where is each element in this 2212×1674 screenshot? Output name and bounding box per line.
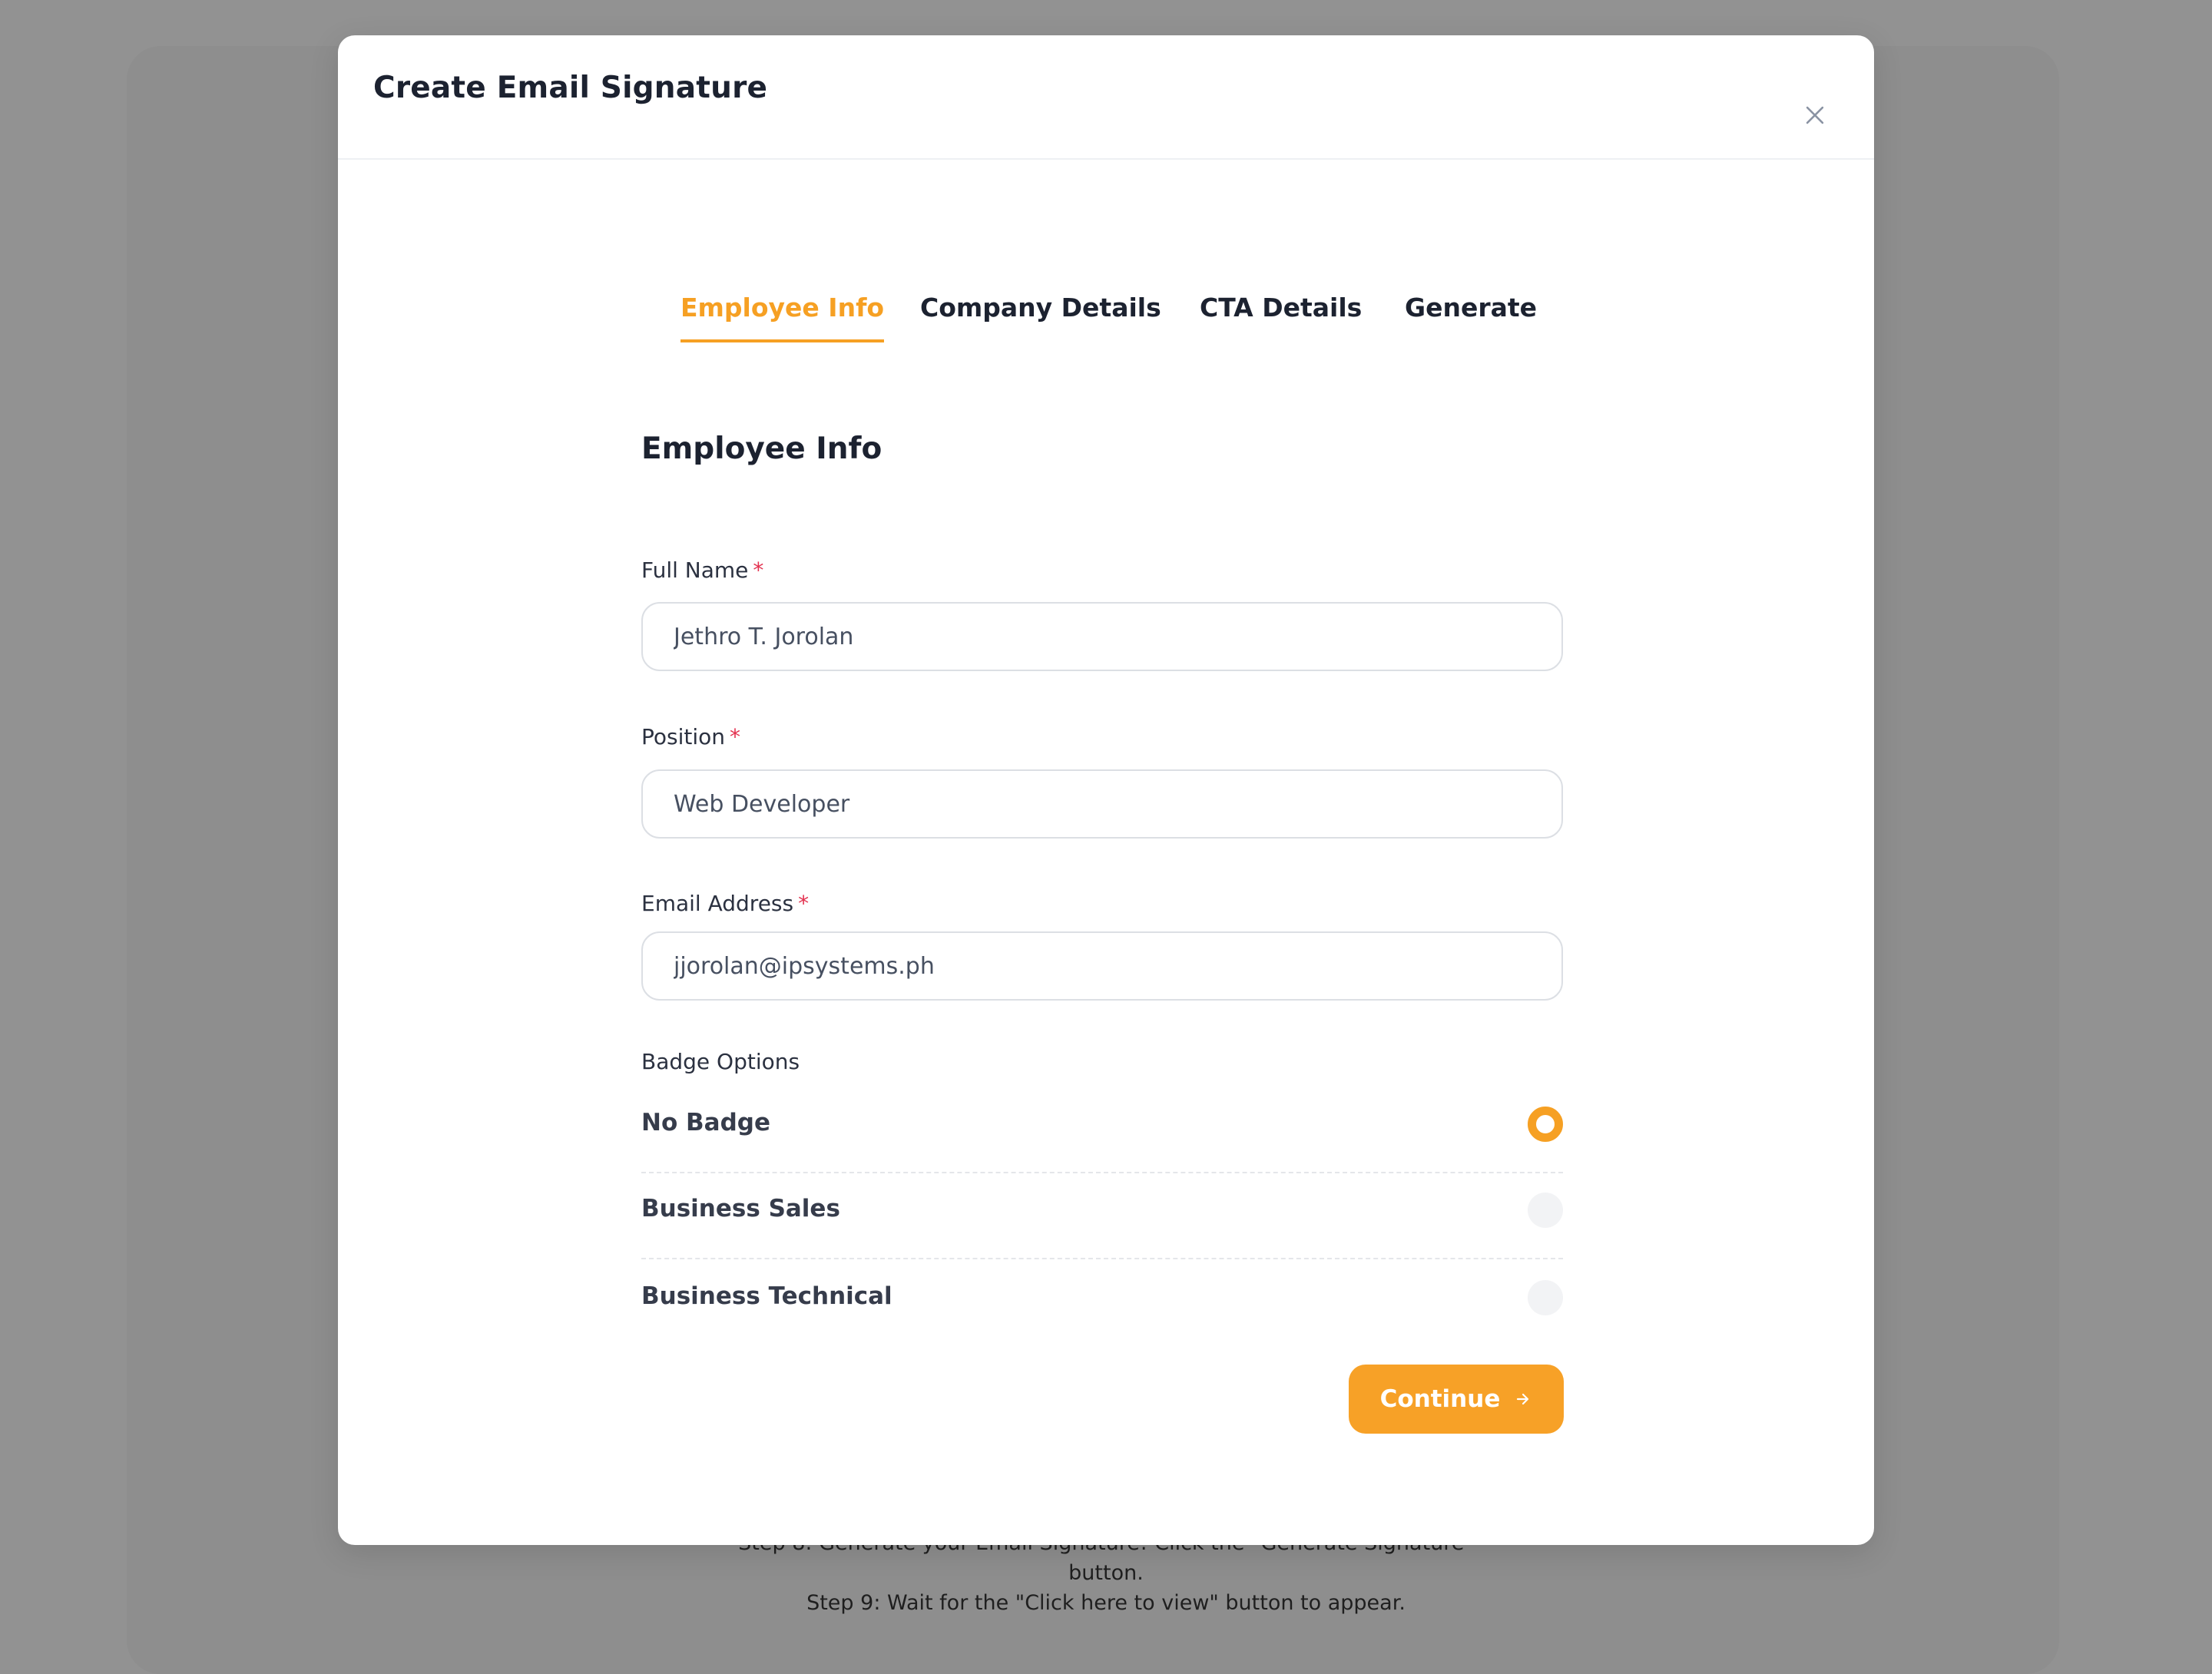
tab-generate[interactable]: Generate [1405,293,1537,339]
radio-checked-icon[interactable] [1528,1107,1563,1142]
required-marker: * [730,724,741,749]
position-label: Position * [641,724,740,749]
full-name-label: Full Name * [641,557,763,583]
badge-option-business-technical[interactable]: Business Technical [641,1259,1563,1345]
badge-options-label: Badge Options [641,1049,800,1074]
instruction-line: button. [1068,1561,1144,1585]
tab-company-details[interactable]: Company Details [920,293,1161,339]
tab-employee-info[interactable]: Employee Info [680,293,885,342]
continue-label: Continue [1379,1385,1501,1413]
modal-title: Create Email Signature [373,71,768,105]
badge-option-label: No Badge [641,1109,770,1136]
instruction-line: Step 9: Wait for the "Click here to view… [806,1591,1406,1615]
full-name-input[interactable] [641,602,1563,671]
badge-option-label: Business Sales [641,1195,840,1222]
position-label-text: Position [641,724,726,749]
full-name-label-text: Full Name [641,557,749,583]
badge-option-business-sales[interactable]: Business Sales [641,1172,1563,1259]
section-title: Employee Info [641,432,882,466]
continue-button[interactable]: Continue [1349,1365,1564,1434]
close-icon [1806,106,1824,124]
badge-option-label: Business Technical [641,1282,892,1310]
close-button[interactable] [1802,102,1828,128]
email-label: Email Address * [641,891,809,916]
position-input[interactable] [641,769,1563,839]
required-marker: * [798,891,810,916]
radio-unchecked-icon[interactable] [1528,1193,1563,1228]
arrow-right-icon [1517,1393,1529,1405]
step-tabs: Employee Info Company Details CTA Detail… [338,293,1874,354]
radio-unchecked-icon[interactable] [1528,1280,1563,1315]
email-label-text: Email Address [641,891,794,916]
email-input[interactable] [641,931,1563,1001]
create-signature-modal: Create Email Signature Employee Info Com… [338,35,1874,1545]
badge-option-no-badge[interactable]: No Badge [641,1086,1563,1173]
modal-header: Create Email Signature [338,35,1874,160]
required-marker: * [753,557,764,583]
tab-cta-details[interactable]: CTA Details [1200,293,1362,339]
